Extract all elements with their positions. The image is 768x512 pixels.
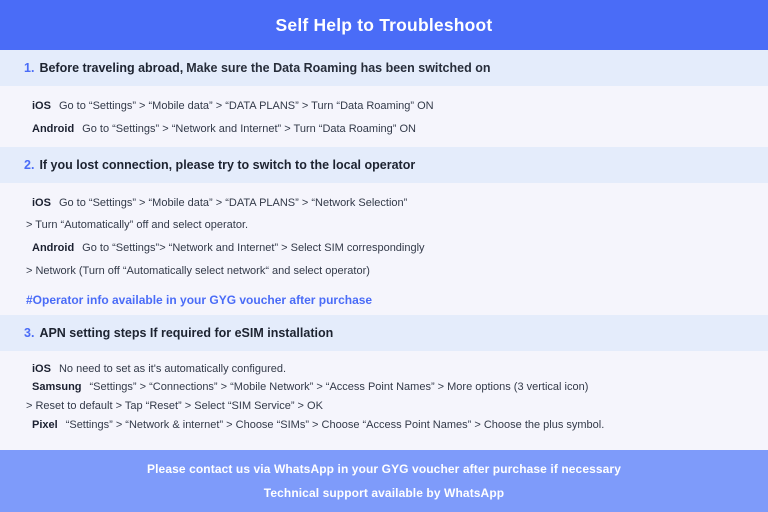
section-1-heading: 1. Before traveling abroad, Make sure th… bbox=[0, 50, 768, 86]
instruction-continuation: > Reset to default > Tap “Reset” > Selec… bbox=[26, 400, 323, 412]
footer-bar: Please contact us via WhatsApp in your G… bbox=[0, 450, 768, 512]
troubleshoot-infographic: Self Help to Troubleshoot 1. Before trav… bbox=[0, 0, 768, 512]
section-2-heading: 2. If you lost connection, please try to… bbox=[0, 146, 768, 183]
section-2-heading-strong: If you lost connection, please try to sw… bbox=[39, 157, 416, 172]
section-3-body: iOS No need to set as it's automatically … bbox=[0, 351, 768, 446]
section-1-number: 1. bbox=[24, 61, 35, 75]
instruction-text: No need to set as it's automatically con… bbox=[58, 362, 287, 375]
content-area: 1. Before traveling abroad, Make sure th… bbox=[0, 50, 768, 450]
operator-info-note: #Operator info available in your GYG vou… bbox=[26, 292, 373, 307]
instruction-continuation: > Turn “Automatically” off and select op… bbox=[26, 219, 249, 232]
instruction-row: Android Go to “Settings” > “Network and I… bbox=[32, 123, 744, 137]
instruction-row: Android Go to “Settings”> “Network and In… bbox=[32, 242, 744, 256]
footer-support-line: Technical support available by WhatsApp bbox=[263, 486, 505, 500]
instruction-row: iOS Go to “Settings” > “Mobile data” > “D… bbox=[32, 100, 744, 114]
header-bar: Self Help to Troubleshoot bbox=[0, 0, 768, 50]
os-label-ios: iOS bbox=[32, 362, 51, 375]
os-label-android: Android bbox=[32, 242, 75, 254]
section-3-number: 3. bbox=[24, 325, 35, 340]
instruction-text: Go to “Settings” > “Mobile data” > “DATA… bbox=[58, 100, 434, 112]
section-1-body: iOS Go to “Settings” > “Mobile data” > “D… bbox=[0, 86, 768, 147]
section-2-body: iOS Go to “Settings” > “Mobile data” > “D… bbox=[0, 183, 768, 315]
os-label-samsung: Samsung bbox=[32, 381, 82, 394]
instruction-row: Samsung “Settings” > “Connections” > “Mob… bbox=[32, 381, 744, 395]
section-2-number: 2. bbox=[24, 157, 35, 172]
instruction-text: Go to “Settings”> “Network and Internet”… bbox=[82, 242, 425, 254]
section-1-heading-strong: Before traveling abroad, bbox=[39, 61, 184, 75]
section-1-heading-rest: Make sure the Data Roaming has been swit… bbox=[186, 61, 491, 75]
os-label-android: Android bbox=[32, 122, 75, 135]
instruction-continuation: > Network (Turn off “Automatically selec… bbox=[26, 264, 370, 277]
instruction-text: “Settings” > “Network & internet” > Choo… bbox=[65, 418, 605, 431]
section-3-heading-strong: APN setting steps If required for eSIM i… bbox=[39, 325, 334, 340]
os-label-ios: iOS bbox=[32, 196, 51, 209]
page-title: Self Help to Troubleshoot bbox=[275, 14, 493, 35]
instruction-text: Go to “Settings” > “Mobile data” > “DATA… bbox=[58, 196, 408, 209]
instruction-row: iOS No need to set as it's automatically … bbox=[32, 363, 744, 377]
instruction-row: iOS Go to “Settings” > “Mobile data” > “D… bbox=[32, 197, 744, 211]
instruction-text: Go to “Settings” > “Network and Internet… bbox=[82, 122, 416, 135]
instruction-text: “Settings” > “Connections” > “Mobile Net… bbox=[89, 381, 589, 394]
os-label-ios: iOS bbox=[32, 100, 51, 112]
section-3-heading: 3. APN setting steps If required for eSI… bbox=[0, 314, 768, 351]
os-label-pixel: Pixel bbox=[32, 418, 58, 431]
footer-contact-line: Please contact us via WhatsApp in your G… bbox=[147, 462, 621, 476]
instruction-row: Pixel “Settings” > “Network & internet” >… bbox=[32, 419, 744, 433]
